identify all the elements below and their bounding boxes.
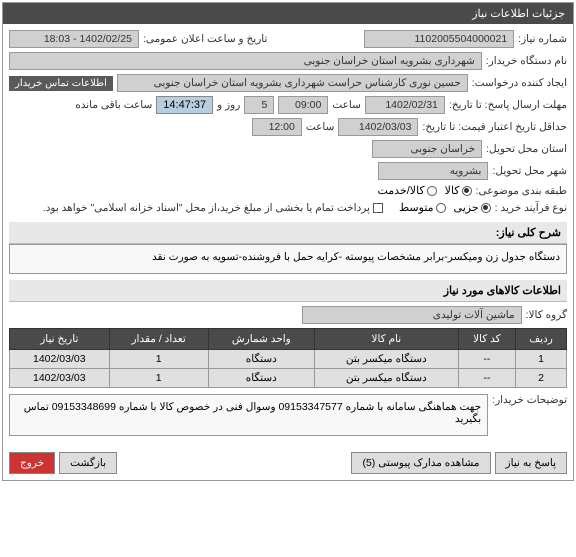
- category-radio-group: کالا کالا/خدمت: [377, 184, 471, 197]
- category-label: طبقه بندی موضوعی:: [476, 185, 567, 197]
- table-row[interactable]: 1 -- دستگاه میکسر بتن دستگاه 1 1402/03/0…: [10, 350, 567, 369]
- need-no-label: شماره نیاز:: [518, 33, 567, 45]
- th-row: ردیف: [516, 329, 567, 350]
- checkbox-icon: [373, 203, 383, 213]
- remain-label: ساعت باقی مانده: [75, 99, 152, 111]
- payment-checkbox[interactable]: پرداخت تمام یا بخشی از مبلغ خرید،از محل …: [43, 202, 383, 214]
- province-label: استان محل تحویل:: [486, 143, 567, 155]
- days-remain: 5: [244, 96, 274, 114]
- th-name: نام کالا: [314, 329, 458, 350]
- public-date-label: تاریخ و ساعت اعلان عمومی:: [143, 33, 267, 45]
- public-date-value: 1402/02/25 - 18:03: [9, 30, 139, 48]
- radio-small[interactable]: جزیی: [454, 201, 491, 214]
- city-label: شهر محل تحویل:: [492, 165, 567, 177]
- back-button[interactable]: بازگشت: [59, 452, 117, 474]
- process-radio-group: جزیی متوسط: [399, 201, 491, 214]
- respond-button[interactable]: پاسخ به نیاز: [495, 452, 567, 474]
- cell: 1402/03/03: [10, 350, 110, 369]
- need-no-value: 1102005504000021: [364, 30, 514, 48]
- deadline-label: مهلت ارسال پاسخ: تا تاریخ:: [449, 99, 567, 111]
- notes-label: توضیحات خریدار:: [492, 394, 567, 406]
- radio-goods-icon: [462, 186, 472, 196]
- deadline-date: 1402/02/31: [365, 96, 445, 114]
- validity-label: حداقل تاریخ اعتبار قیمت: تا تاریخ:: [422, 121, 567, 133]
- radio-service[interactable]: کالا/خدمت: [377, 184, 436, 197]
- buyer-label: نام دستگاه خریدار:: [486, 55, 567, 67]
- radio-medium-icon: [436, 203, 446, 213]
- notes-text: جهت هماهنگی سامانه با شماره 09153347577 …: [9, 394, 488, 436]
- exit-button[interactable]: خروج: [9, 452, 55, 474]
- desc-section-title: شرح کلی نیاز:: [9, 222, 567, 244]
- time-label-2: ساعت: [306, 121, 335, 133]
- radio-medium[interactable]: متوسط: [399, 201, 446, 214]
- items-section-title: اطلاعات کالاهای مورد نیاز: [9, 280, 567, 302]
- th-qty: تعداد / مقدار: [109, 329, 208, 350]
- radio-small-label: جزیی: [454, 201, 479, 214]
- panel-title: جزئیات اطلاعات نیاز: [3, 3, 573, 24]
- contact-button[interactable]: اطلاعات تماس خریدار: [9, 76, 113, 91]
- creator-value: حسین نوری کارشناس حراست شهرداری بشرویه ا…: [117, 74, 468, 92]
- th-unit: واحد شمارش: [208, 329, 314, 350]
- countdown-timer: 14:47:37: [156, 96, 213, 114]
- process-label: نوع فرآیند خرید :: [495, 202, 567, 214]
- group-value: ماشین آلات تولیدی: [302, 306, 522, 324]
- cell: 1: [516, 350, 567, 369]
- cell: --: [458, 369, 515, 388]
- cell: 2: [516, 369, 567, 388]
- province-value: خراسان جنوبی: [372, 140, 482, 158]
- radio-medium-label: متوسط: [399, 201, 434, 214]
- deadline-time: 09:00: [278, 96, 328, 114]
- time-label-1: ساعت: [332, 99, 361, 111]
- payment-note: پرداخت تمام یا بخشی از مبلغ خرید،از محل …: [43, 202, 370, 214]
- desc-text: دستگاه جدول زن ومیکسر-برابر مشخصات پیوست…: [9, 244, 567, 274]
- city-value: بشرویه: [378, 162, 488, 180]
- radio-goods[interactable]: کالا: [445, 184, 472, 197]
- cell: دستگاه: [208, 369, 314, 388]
- cell: --: [458, 350, 515, 369]
- radio-service-label: کالا/خدمت: [377, 184, 424, 197]
- cell: دستگاه میکسر بتن: [314, 369, 458, 388]
- creator-label: ایجاد کننده درخواست:: [472, 77, 567, 89]
- validity-time: 12:00: [252, 118, 302, 136]
- radio-service-icon: [427, 186, 437, 196]
- th-date: تاریخ نیاز: [10, 329, 110, 350]
- cell: 1: [109, 369, 208, 388]
- buyer-value: شهرداری بشرویه استان خراسان جنوبی: [9, 52, 482, 70]
- group-label: گروه کالا:: [526, 309, 567, 321]
- radio-goods-label: کالا: [445, 184, 460, 197]
- radio-small-icon: [481, 203, 491, 213]
- cell: 1: [109, 350, 208, 369]
- attachments-button[interactable]: مشاهده مدارک پیوستی (5): [351, 452, 490, 474]
- day-label: روز و: [217, 99, 240, 111]
- cell: دستگاه: [208, 350, 314, 369]
- cell: دستگاه میکسر بتن: [314, 350, 458, 369]
- table-row[interactable]: 2 -- دستگاه میکسر بتن دستگاه 1 1402/03/0…: [10, 369, 567, 388]
- th-code: کد کالا: [458, 329, 515, 350]
- validity-date: 1402/03/03: [338, 118, 418, 136]
- cell: 1402/03/03: [10, 369, 110, 388]
- items-table: ردیف کد کالا نام کالا واحد شمارش تعداد /…: [9, 328, 567, 388]
